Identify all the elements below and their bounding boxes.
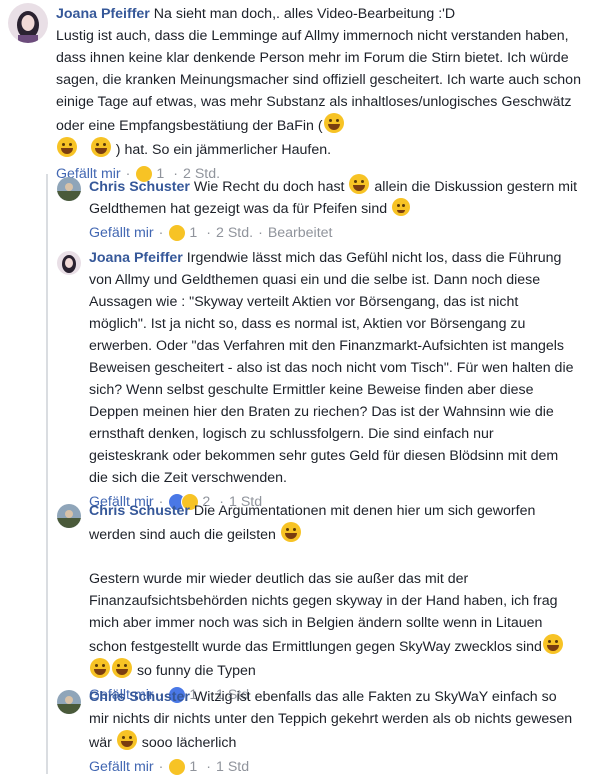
comment: Joana Pfeiffer Irgendwie lässt mich das … <box>89 247 574 513</box>
comment-thread: Joana Pfeiffer Na sieht man doch,. alles… <box>0 0 612 779</box>
author-name[interactable]: Joana Pfeiffer <box>56 6 150 22</box>
avatar[interactable] <box>57 251 81 275</box>
haha-reaction-icon <box>168 758 187 776</box>
avatar[interactable] <box>57 177 81 201</box>
comment-text: Na sieht man doch,. alles Video-Bearbeit… <box>153 6 456 22</box>
comment-text: Gestern wurde mir wieder deutlich das si… <box>89 571 558 655</box>
laughing-emoji-icon <box>280 522 301 542</box>
comment: Chris Schuster Die Argumentationen mit d… <box>89 500 577 706</box>
comment: Chris Schuster Wie Recht du doch hast al… <box>89 174 604 244</box>
comment-text: so funny die Typen <box>136 663 256 679</box>
haha-reaction-icon <box>168 224 187 242</box>
reactions[interactable]: 1 <box>168 756 197 778</box>
laughing-emoji-icon <box>90 658 110 678</box>
avatar-chris-icon <box>57 690 81 714</box>
author-name[interactable]: Joana Pfeiffer <box>89 250 183 266</box>
avatar[interactable] <box>8 3 48 43</box>
avatar-chris-icon <box>57 504 81 528</box>
comment-text: Wie Recht du doch hast <box>193 179 345 195</box>
avatar[interactable] <box>57 504 81 528</box>
wink-emoji-icon <box>392 198 411 216</box>
laughing-emoji-icon <box>57 137 77 157</box>
avatar[interactable] <box>57 690 81 714</box>
comment-text: Lustig ist auch, dass die Lemminge auf A… <box>56 28 581 134</box>
comment: Joana Pfeiffer Na sieht man doch,. alles… <box>56 3 601 185</box>
comment-actions: Gefällt mir · 1 · 1 Std <box>89 756 579 778</box>
reactions[interactable]: 1 <box>168 222 197 244</box>
edited-label[interactable]: Bearbeitet <box>268 222 333 244</box>
laughing-emoji-icon <box>349 174 370 194</box>
laughing-emoji-icon <box>90 137 111 157</box>
avatar-joana-icon <box>57 251 81 275</box>
like-button[interactable]: Gefällt mir <box>89 756 154 778</box>
author-name[interactable]: Chris Schuster <box>89 503 190 519</box>
comment-actions: Gefällt mir · 1 · 2 Std. · Bearbeitet <box>89 222 604 244</box>
laughing-emoji-icon <box>116 730 137 750</box>
reply-rail <box>46 174 48 774</box>
avatar-chris-icon <box>57 177 81 201</box>
like-button[interactable]: Gefällt mir <box>89 222 154 244</box>
author-name[interactable]: Chris Schuster <box>89 179 190 195</box>
reaction-count: 1 <box>189 225 198 241</box>
timestamp[interactable]: 2 Std. <box>216 222 253 244</box>
author-name[interactable]: Chris Schuster <box>89 689 190 705</box>
reaction-count: 1 <box>189 759 198 775</box>
laughing-emoji-icon <box>323 113 344 133</box>
comment-text: Irgendwie lässt mich das Gefühl nicht lo… <box>89 250 574 486</box>
timestamp[interactable]: 1 Std <box>216 756 249 778</box>
comment: Chris Schuster Witzig ist ebenfalls das … <box>89 686 579 778</box>
laughing-emoji-icon <box>112 658 132 678</box>
avatar-joana-icon <box>8 3 48 43</box>
comment-text: ) hat. So ein jämmerlicher Haufen. <box>115 142 332 158</box>
comment-text: sooo lächerlich <box>141 735 237 751</box>
laughing-emoji-icon <box>542 634 563 654</box>
